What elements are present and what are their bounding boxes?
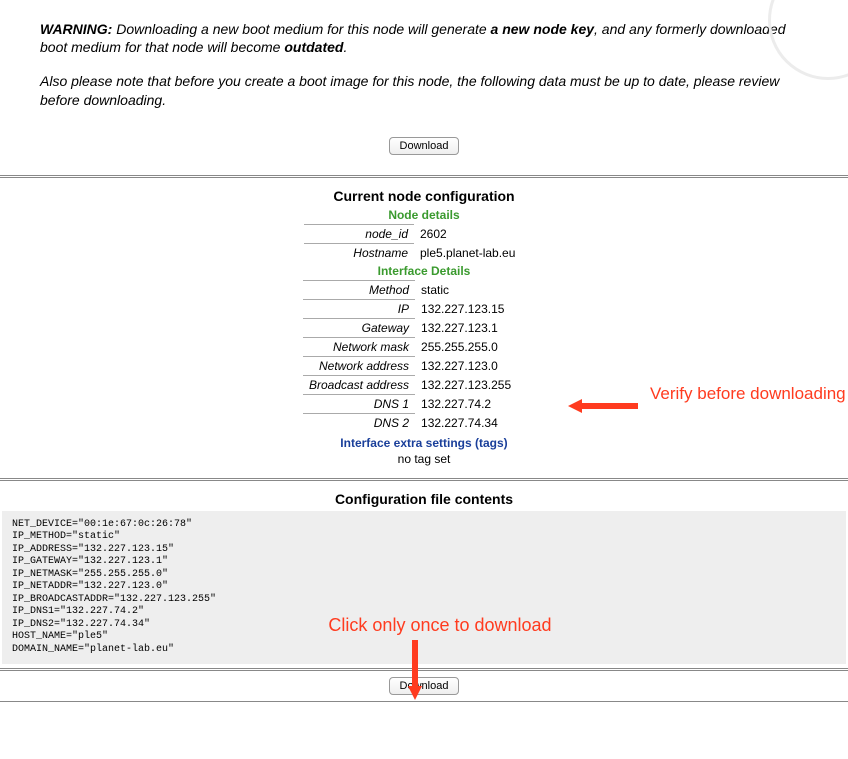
config-file-contents: NET_DEVICE="00:1e:67:0c:26:78" IP_METHOD… <box>2 511 846 665</box>
divider-1 <box>0 175 848 178</box>
interface-details-table: Methodstatic IP132.227.123.15 Gateway132… <box>303 280 545 432</box>
table-row: node_id2602 <box>304 224 544 243</box>
row-label: DNS 2 <box>303 413 415 432</box>
row-label: Method <box>303 280 415 299</box>
warning-t3: . <box>343 39 347 55</box>
row-label: IP <box>303 299 415 318</box>
row-label: DNS 1 <box>303 394 415 413</box>
table-row: IP132.227.123.15 <box>303 299 545 318</box>
row-label: Network mask <box>303 337 415 356</box>
table-row: DNS 2132.227.74.34 <box>303 413 545 432</box>
warning-text: WARNING: Downloading a new boot medium f… <box>40 20 808 56</box>
row-value: ple5.planet-lab.eu <box>414 243 544 262</box>
row-label: node_id <box>304 224 414 243</box>
table-row: DNS 1132.227.74.2 <box>303 394 545 413</box>
download-button-row-top: Download <box>40 137 808 155</box>
row-value: 132.227.123.0 <box>415 356 545 375</box>
warning-prefix: WARNING: <box>40 21 112 37</box>
interface-tags-heading: Interface extra settings (tags) <box>0 436 848 450</box>
row-value: static <box>415 280 545 299</box>
divider-2 <box>0 478 848 481</box>
table-row: Hostnameple5.planet-lab.eu <box>304 243 544 262</box>
row-value: 2602 <box>414 224 544 243</box>
divider-3 <box>0 668 848 671</box>
row-label: Network address <box>303 356 415 375</box>
row-value: 132.227.123.1 <box>415 318 545 337</box>
row-label: Broadcast address <box>303 375 415 394</box>
row-label: Gateway <box>303 318 415 337</box>
config-section-title: Current node configuration <box>0 188 848 204</box>
row-label: Hostname <box>304 243 414 262</box>
table-row: Broadcast address132.227.123.255 <box>303 375 545 394</box>
row-value: 132.227.74.2 <box>415 394 545 413</box>
warning-t1: Downloading a new boot medium for this n… <box>112 21 490 37</box>
table-row: Network mask255.255.255.0 <box>303 337 545 356</box>
row-value: 132.227.74.34 <box>415 413 545 432</box>
arrow-left-icon <box>568 399 638 413</box>
table-row: Network address132.227.123.0 <box>303 356 545 375</box>
interface-details-heading: Interface Details <box>0 264 848 278</box>
note-text: Also please note that before you create … <box>40 72 808 108</box>
node-details-table: node_id2602 Hostnameple5.planet-lab.eu <box>304 224 544 262</box>
no-tag-text: no tag set <box>0 452 848 466</box>
row-value: 132.227.123.255 <box>415 375 545 394</box>
node-details-heading: Node details <box>0 208 848 222</box>
row-value: 132.227.123.15 <box>415 299 545 318</box>
download-button-row-bottom: Download <box>0 677 848 695</box>
main-content: WARNING: Downloading a new boot medium f… <box>0 0 848 171</box>
annotation-verify: Verify before downloading <box>650 384 846 404</box>
table-row: Gateway132.227.123.1 <box>303 318 545 337</box>
row-value: 255.255.255.0 <box>415 337 545 356</box>
file-section-title: Configuration file contents <box>0 491 848 507</box>
download-button-bottom[interactable]: Download <box>389 677 460 695</box>
divider-4 <box>0 701 848 702</box>
download-button-top[interactable]: Download <box>389 137 460 155</box>
warning-b2: outdated <box>284 39 343 55</box>
table-row: Methodstatic <box>303 280 545 299</box>
warning-b1: a new node key <box>491 21 594 37</box>
